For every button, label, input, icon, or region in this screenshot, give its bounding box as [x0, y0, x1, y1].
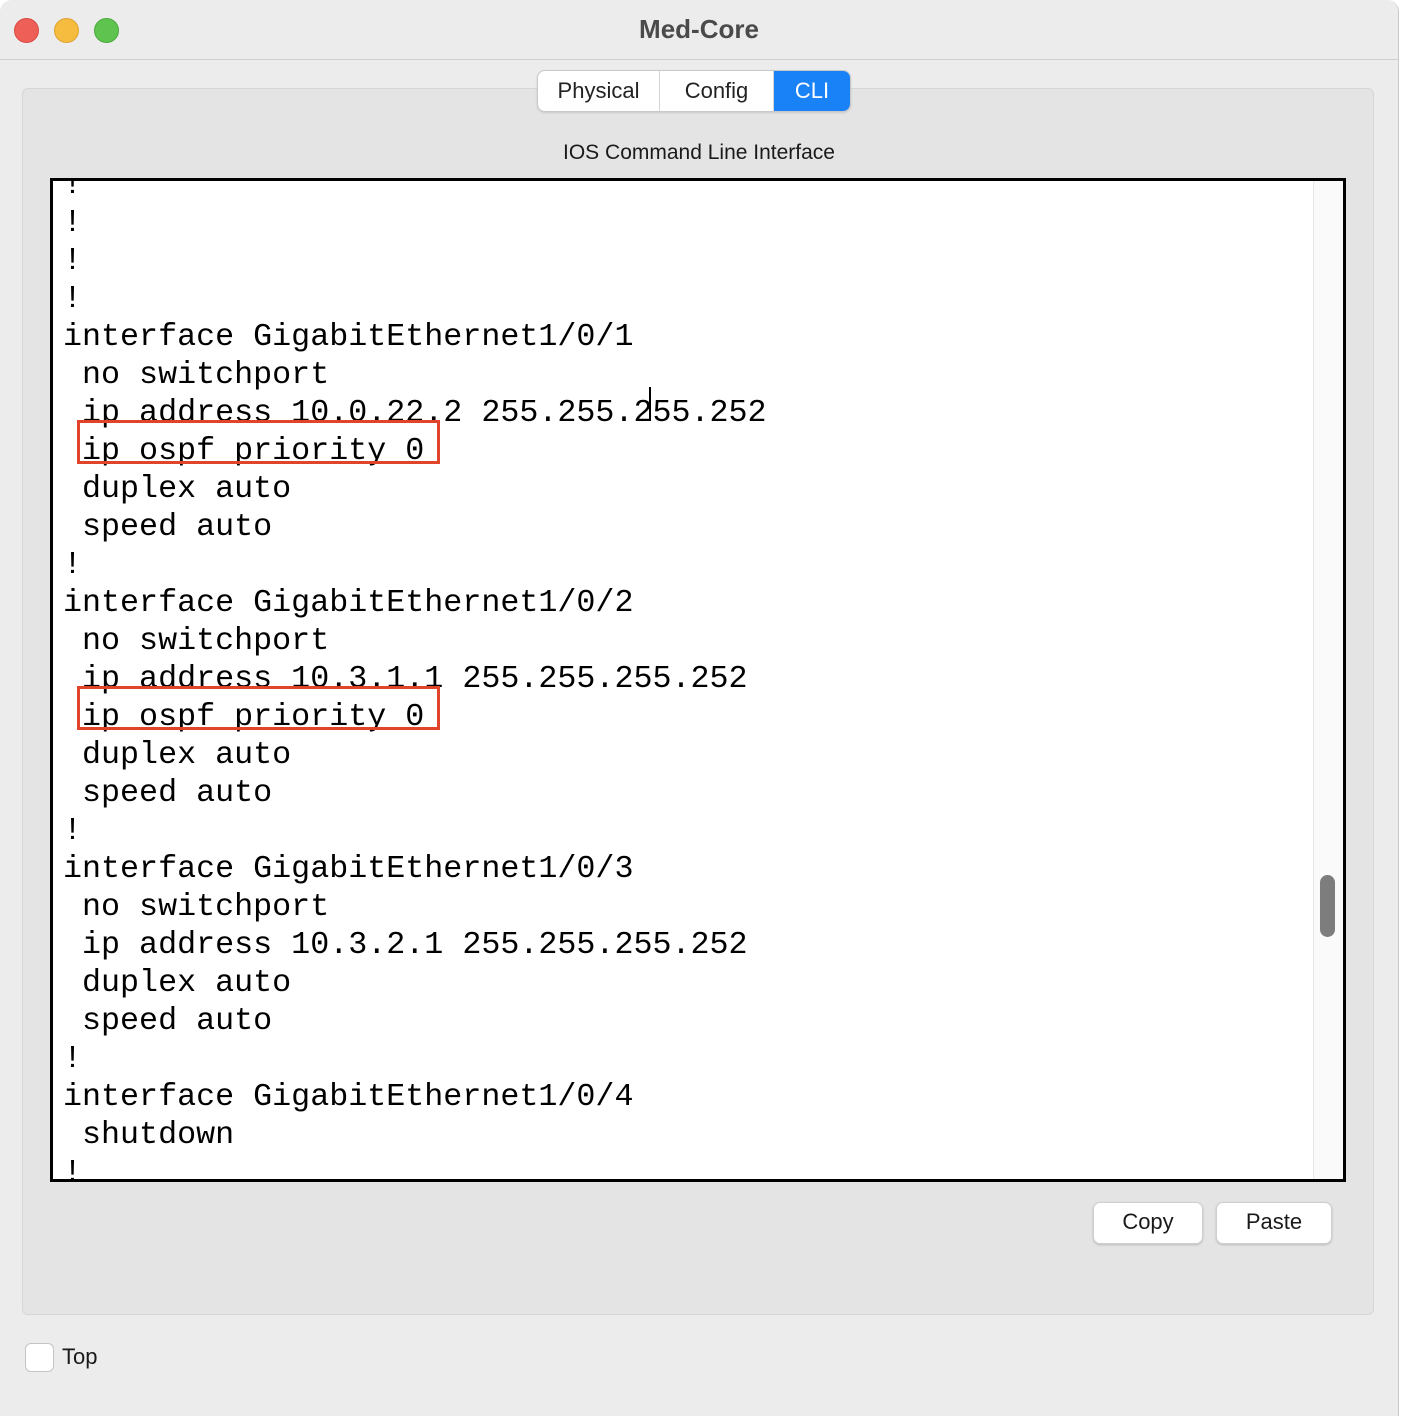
cli-line: interface GigabitEthernet1/0/1 [63, 319, 634, 355]
tab-config[interactable]: Config [660, 71, 774, 111]
cli-line: ! [63, 813, 83, 849]
cli-line: duplex auto [63, 965, 292, 1001]
highlight-box [77, 686, 440, 730]
cli-line: ! [63, 178, 83, 203]
cli-line: interface GigabitEthernet1/0/4 [63, 1079, 634, 1115]
cli-output: !!!! interface GigabitEthernet1/0/1 no sw… [63, 178, 1313, 1182]
cli-line: speed auto [63, 509, 273, 545]
cli-line: shutdown [63, 1117, 235, 1153]
cli-line: interface GigabitEthernet1/0/3 [63, 851, 634, 887]
copy-button[interactable]: Copy [1093, 1202, 1203, 1244]
cli-line: speed auto [63, 775, 273, 811]
highlight-box [77, 420, 440, 464]
paste-button[interactable]: Paste [1216, 1202, 1332, 1244]
tab-bar: Physical Config CLI [537, 70, 851, 112]
cli-terminal[interactable]: !!!! interface GigabitEthernet1/0/1 no sw… [50, 178, 1346, 1182]
cli-heading: IOS Command Line Interface [563, 141, 835, 164]
cli-line: ! [63, 281, 83, 317]
cli-line: no switchport [63, 623, 330, 659]
cli-line: no switchport [63, 357, 330, 393]
scrollbar-track[interactable] [1313, 181, 1343, 1179]
cli-line: ! [63, 243, 83, 279]
title-bar: Med-Core [0, 0, 1398, 60]
tab-cli[interactable]: CLI [774, 71, 850, 111]
cli-line: ! [63, 1155, 83, 1182]
app-window: Med-Core Physical Config CLI IOS Command… [0, 0, 1399, 1416]
cli-line: no switchport [63, 889, 330, 925]
cli-line: speed auto [63, 1003, 273, 1039]
tab-physical[interactable]: Physical [538, 71, 660, 111]
top-checkbox-label: Top [62, 1344, 98, 1369]
cli-line: duplex auto [63, 471, 292, 507]
cli-line: interface GigabitEthernet1/0/2 [63, 585, 634, 621]
cli-line: ip address 10.3.2.1 255.255.255.252 [63, 927, 748, 963]
window-title: Med-Core [639, 14, 759, 44]
text-cursor [649, 387, 651, 421]
cli-line: ! [63, 547, 83, 583]
cli-line: ! [63, 205, 83, 241]
scrollbar-thumb[interactable] [1320, 875, 1335, 937]
cli-line: duplex auto [63, 737, 292, 773]
top-checkbox[interactable] [25, 1343, 54, 1372]
cli-line: ! [63, 1041, 83, 1077]
